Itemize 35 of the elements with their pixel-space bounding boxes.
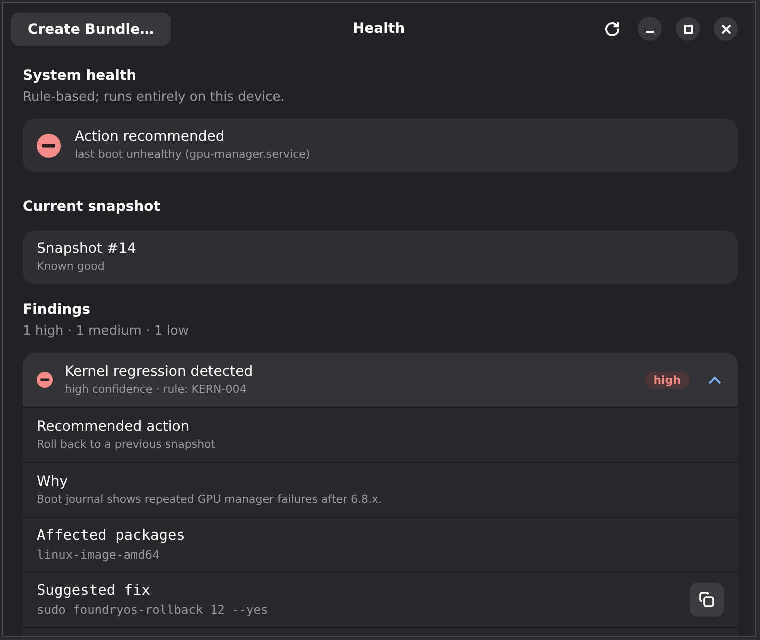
minimize-icon <box>646 31 654 33</box>
detail-label: Why <box>37 472 70 490</box>
section-description: Rule-based; runs entirely on this device. <box>23 89 286 107</box>
section-heading: Current snapshot <box>23 198 162 217</box>
error-icon <box>37 134 61 158</box>
finding-title: Kernel regression detected <box>65 362 254 380</box>
detail-value: sudo foundryos-rollback 12 --yes <box>37 602 268 618</box>
severity-badge: high <box>644 372 690 388</box>
error-icon <box>37 372 53 388</box>
refresh-icon <box>604 20 620 38</box>
copy-button[interactable] <box>690 583 724 617</box>
detail-label: Affected packages <box>37 527 186 545</box>
detail-label: Suggested fix <box>37 582 152 600</box>
findings-summary: 1 high · 1 medium · 1 low <box>23 323 190 341</box>
chevron-up-icon <box>708 376 722 384</box>
maximize-button[interactable] <box>676 17 700 41</box>
snapshot-detail: Known good <box>37 259 106 275</box>
status-title: Action recommended <box>75 128 226 146</box>
detail-value: Boot journal shows repeated GPU manager failures after 6.8.x. <box>37 492 382 508</box>
status-detail: last boot unhealthy (gpu-manager.service) <box>75 147 310 163</box>
finding-header[interactable]: Kernel regression detected high confidence · rule: KERN-004 high <box>23 353 738 407</box>
copy-icon <box>699 592 715 608</box>
finding-detail: high confidence · rule: KERN-004 <box>65 382 248 398</box>
section-heading: System health <box>23 67 138 86</box>
create-bundle-button[interactable]: Create Bundle… <box>11 13 172 46</box>
detail-value: Roll back to a previous snapshot <box>37 436 216 452</box>
maximize-icon <box>684 24 692 34</box>
snapshot-title: Snapshot #14 <box>37 240 136 258</box>
close-button[interactable] <box>714 17 738 41</box>
close-icon <box>722 24 730 34</box>
detail-label: Recommended action <box>37 418 191 436</box>
window-title: Health <box>352 21 406 37</box>
minimize-button[interactable] <box>638 17 662 41</box>
detail-value: linux-image-amd64 <box>37 547 161 563</box>
section-heading: Findings <box>23 301 92 320</box>
